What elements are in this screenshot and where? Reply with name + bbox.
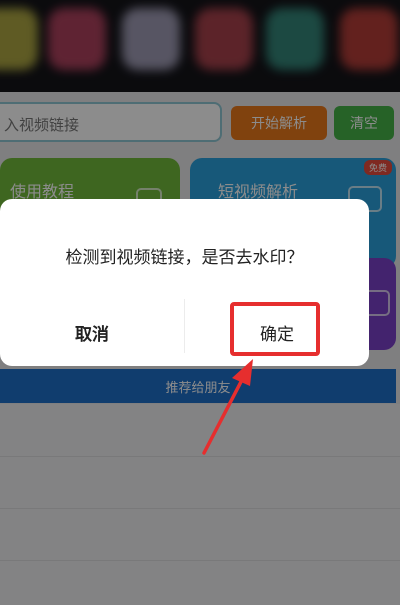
- cancel-button[interactable]: 取消: [0, 299, 184, 365]
- confirm-highlight-box: [230, 302, 320, 356]
- app-screen: 入视频链接 开始解析 清空 使用教程 短视频解析 免费 推荐给朋友 检测到视频链…: [0, 0, 400, 605]
- dialog-message: 检测到视频链接，是否去水印？: [65, 248, 304, 268]
